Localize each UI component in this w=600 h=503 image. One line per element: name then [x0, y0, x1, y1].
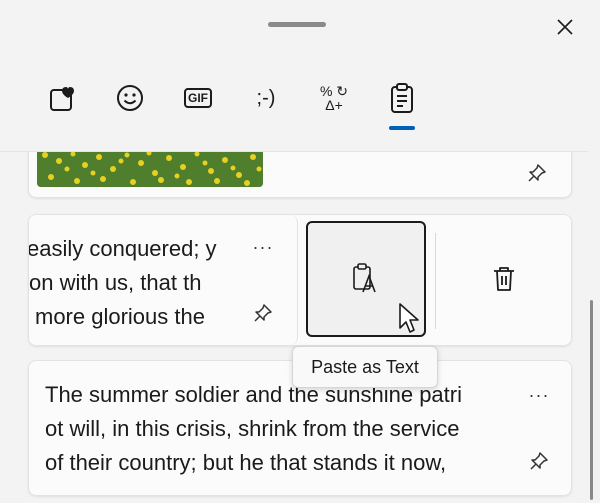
tab-clipboard[interactable]: [382, 78, 422, 118]
clipboard-text-line: on with us, that th: [29, 270, 202, 295]
clipboard-text-line: ot will, in this crisis, shrink from the…: [45, 416, 460, 441]
gif-icon: GIF: [184, 88, 212, 108]
scrollbar[interactable]: [590, 300, 593, 500]
clipboard-text-line: more glorious the: [35, 304, 205, 329]
action-separator: [435, 233, 436, 329]
category-tabs: GIF ;-) % ↻ Δ+: [0, 0, 600, 140]
more-options-button[interactable]: ···: [525, 385, 553, 405]
pin-button[interactable]: [251, 301, 275, 325]
heart-box-icon: [50, 87, 74, 111]
pin-button[interactable]: [527, 449, 551, 473]
more-options-button[interactable]: ···: [249, 237, 277, 257]
clipboard-history-list[interactable]: easily conquered; y on with us, that th …: [0, 152, 600, 503]
flower-meadow-image: [37, 152, 263, 187]
delete-button[interactable]: [449, 221, 559, 337]
clipboard-image-thumbnail: [37, 152, 263, 187]
tab-emoji[interactable]: [110, 78, 150, 118]
tab-favorites[interactable]: [42, 78, 82, 118]
mouse-cursor-icon: [399, 303, 419, 333]
clipboard-text-line: easily conquered; y: [28, 236, 217, 261]
symbols-icon-bottom: Δ+: [325, 97, 343, 113]
pin-button[interactable]: [525, 161, 549, 185]
tab-symbols[interactable]: % ↻ Δ+: [314, 78, 354, 118]
paste-as-text-icon: [353, 263, 376, 293]
clipboard-item-content: easily conquered; y on with us, that th …: [29, 215, 298, 345]
clipboard-icon: [391, 83, 413, 113]
selected-tab-indicator: [389, 126, 415, 130]
kaomoji-icon: ;-): [256, 86, 276, 109]
clipboard-item-text-swiped[interactable]: easily conquered; y on with us, that th …: [28, 214, 572, 346]
clipboard-text-line: of their country; but he that stands it …: [45, 450, 447, 475]
trash-icon: [494, 267, 514, 291]
tooltip: Paste as Text: [292, 346, 438, 388]
clipboard-item-image[interactable]: [28, 152, 572, 198]
gif-icon-text: GIF: [188, 91, 208, 105]
pin-icon: [254, 304, 272, 322]
smiley-icon: [117, 85, 143, 111]
pin-icon: [528, 164, 546, 182]
pin-icon: [530, 452, 548, 470]
tab-kaomoji[interactable]: ;-): [246, 78, 286, 118]
tab-gif[interactable]: GIF: [178, 78, 218, 118]
symbols-icon: % ↻ Δ+: [320, 84, 348, 112]
tooltip-text: Paste as Text: [311, 356, 419, 377]
